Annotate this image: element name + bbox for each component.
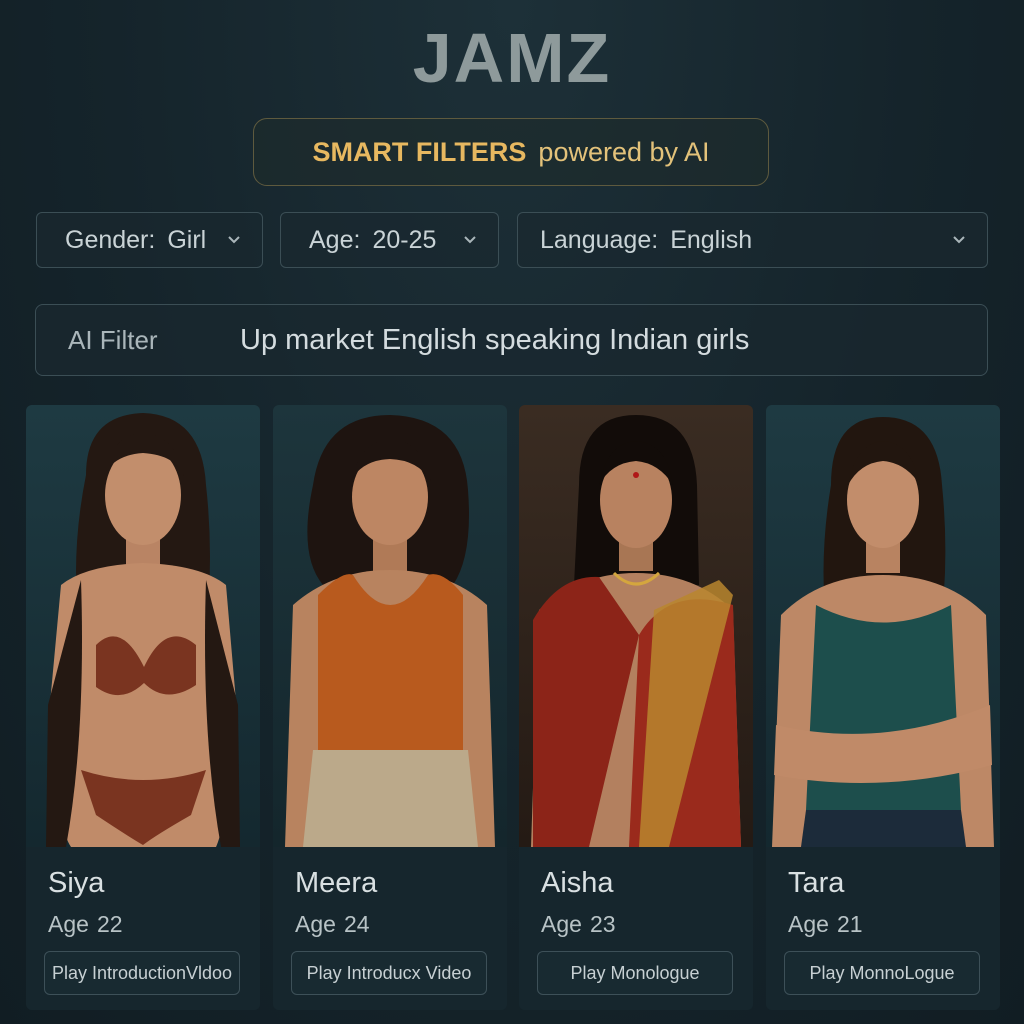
profile-info: Siya Age 22 Play IntroductionVldoo <box>26 847 260 1010</box>
language-dropdown[interactable]: Language: English <box>517 212 988 268</box>
profile-photo <box>519 405 753 847</box>
language-label: Language: <box>540 225 659 254</box>
age-dropdown[interactable]: Age: 20-25 <box>280 212 499 268</box>
profile-info: Meera Age 24 Play Introducx Video <box>273 847 507 1010</box>
language-value: English <box>670 225 753 254</box>
app-logo: JAMZ <box>412 19 612 97</box>
profile-info: Tara Age 21 Play MonnoLogue <box>766 847 1000 1010</box>
profile-name: Siya <box>48 867 105 899</box>
age-label: Age <box>295 911 336 937</box>
play-button[interactable]: Play Introducx Video <box>291 951 487 995</box>
profile-card[interactable]: Tara Age 21 Play MonnoLogue <box>766 405 1000 1010</box>
profile-age: Age 21 <box>788 911 863 938</box>
gender-dropdown[interactable]: Gender: Girl <box>36 212 263 268</box>
age-value: 22 <box>96 911 123 937</box>
chevron-down-icon <box>228 236 240 244</box>
profile-name: Meera <box>295 867 378 899</box>
ai-filter-query: Up market English speaking Indian girls <box>240 323 750 356</box>
profile-info: Aisha Age 23 Play Monologue <box>519 847 753 1010</box>
age-value: 21 <box>836 911 863 937</box>
smart-filters-label: SMART FILTERS <box>312 136 527 167</box>
age-value: 24 <box>343 911 370 937</box>
age-label: Age <box>48 911 89 937</box>
profile-photo <box>273 405 507 847</box>
play-button[interactable]: Play MonnoLogue <box>784 951 980 995</box>
profile-age: Age 23 <box>541 911 616 938</box>
chevron-down-icon <box>953 236 965 244</box>
profile-age: Age 22 <box>48 911 123 938</box>
age-value: 23 <box>589 911 616 937</box>
gender-label: Gender: <box>65 225 156 254</box>
profile-card[interactable]: Siya Age 22 Play IntroductionVldoo <box>26 405 260 1010</box>
profile-card[interactable]: Meera Age 24 Play Introducx Video <box>273 405 507 1010</box>
age-label: Age <box>541 911 582 937</box>
chevron-down-icon <box>464 236 476 244</box>
age-label: Age <box>788 911 829 937</box>
play-button[interactable]: Play IntroductionVldoo <box>44 951 240 995</box>
play-button[interactable]: Play Monologue <box>537 951 733 995</box>
profile-name: Aisha <box>541 867 614 899</box>
profile-photo <box>26 405 260 847</box>
profile-photo <box>766 405 1000 847</box>
smart-filters-badge: SMART FILTERS powered by AI <box>253 118 769 186</box>
age-value: 20-25 <box>372 225 437 254</box>
powered-by-label: powered by AI <box>538 136 710 167</box>
profile-card[interactable]: Aisha Age 23 Play Monologue <box>519 405 753 1010</box>
profile-age: Age 24 <box>295 911 370 938</box>
profile-name: Tara <box>788 867 845 899</box>
ai-filter-label: AI Filter <box>68 324 158 355</box>
age-label: Age: <box>309 225 361 254</box>
ai-filter-input[interactable]: AI Filter Up market English speaking Ind… <box>35 304 988 376</box>
gender-value: Girl <box>167 225 207 254</box>
